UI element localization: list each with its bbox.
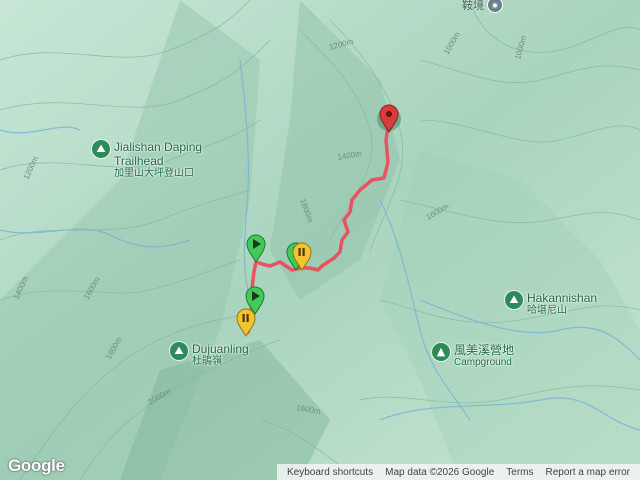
- poi-dujuanling[interactable]: ⛰ Dujuanling 杜鵑嶺: [170, 342, 249, 368]
- map-footer: Keyboard shortcuts Map data ©2026 Google…: [276, 464, 640, 480]
- poi-subtitle: 加里山大坪登山口: [114, 168, 194, 179]
- keyboard-shortcuts-link[interactable]: Keyboard shortcuts: [281, 467, 379, 478]
- poi-name: Jialishan Daping: [114, 140, 203, 154]
- google-logo[interactable]: Google: [8, 456, 65, 476]
- map-data-attribution: Map data ©2026 Google: [385, 466, 495, 478]
- location-icon: ●: [487, 0, 503, 13]
- poi-jialishan-daping-trailhead[interactable]: ⛰ Jialishan Daping Trailhead 加里山大坪登山口: [92, 140, 202, 180]
- place-label-top[interactable]: 鞍境 ●: [462, 0, 503, 13]
- poi-name: Hakannishan: [527, 291, 598, 305]
- poi-campground[interactable]: ▲ 風美溪營地 Campground: [432, 343, 514, 369]
- poi-name: 風美溪營地: [454, 343, 515, 357]
- poi-hakannishan[interactable]: ⛰ Hakannishan 哈堪尼山: [505, 291, 597, 317]
- poi-name: Dujuanling: [192, 342, 249, 356]
- poi-subtitle: 哈堪尼山: [527, 305, 567, 316]
- poi-subtitle: Campground: [454, 357, 512, 368]
- map-canvas[interactable]: 1200m 1000m 1400m 1600m 1800m 2000m 1400…: [0, 0, 640, 480]
- poi-subtitle: 杜鵑嶺: [192, 356, 222, 367]
- campground-icon: ▲: [432, 343, 450, 361]
- terrain-layer: 1200m 1000m 1400m 1600m 1800m 2000m 1400…: [0, 0, 640, 480]
- terms-link[interactable]: Terms: [500, 467, 539, 478]
- place-label-text: 鞍境: [462, 0, 484, 12]
- hiker-icon: ⛰: [170, 342, 188, 360]
- report-map-error-link[interactable]: Report a map error: [540, 467, 636, 478]
- poi-name: Trailhead: [114, 154, 164, 168]
- hiker-icon: ⛰: [92, 140, 110, 158]
- hiker-icon: ⛰: [505, 291, 523, 309]
